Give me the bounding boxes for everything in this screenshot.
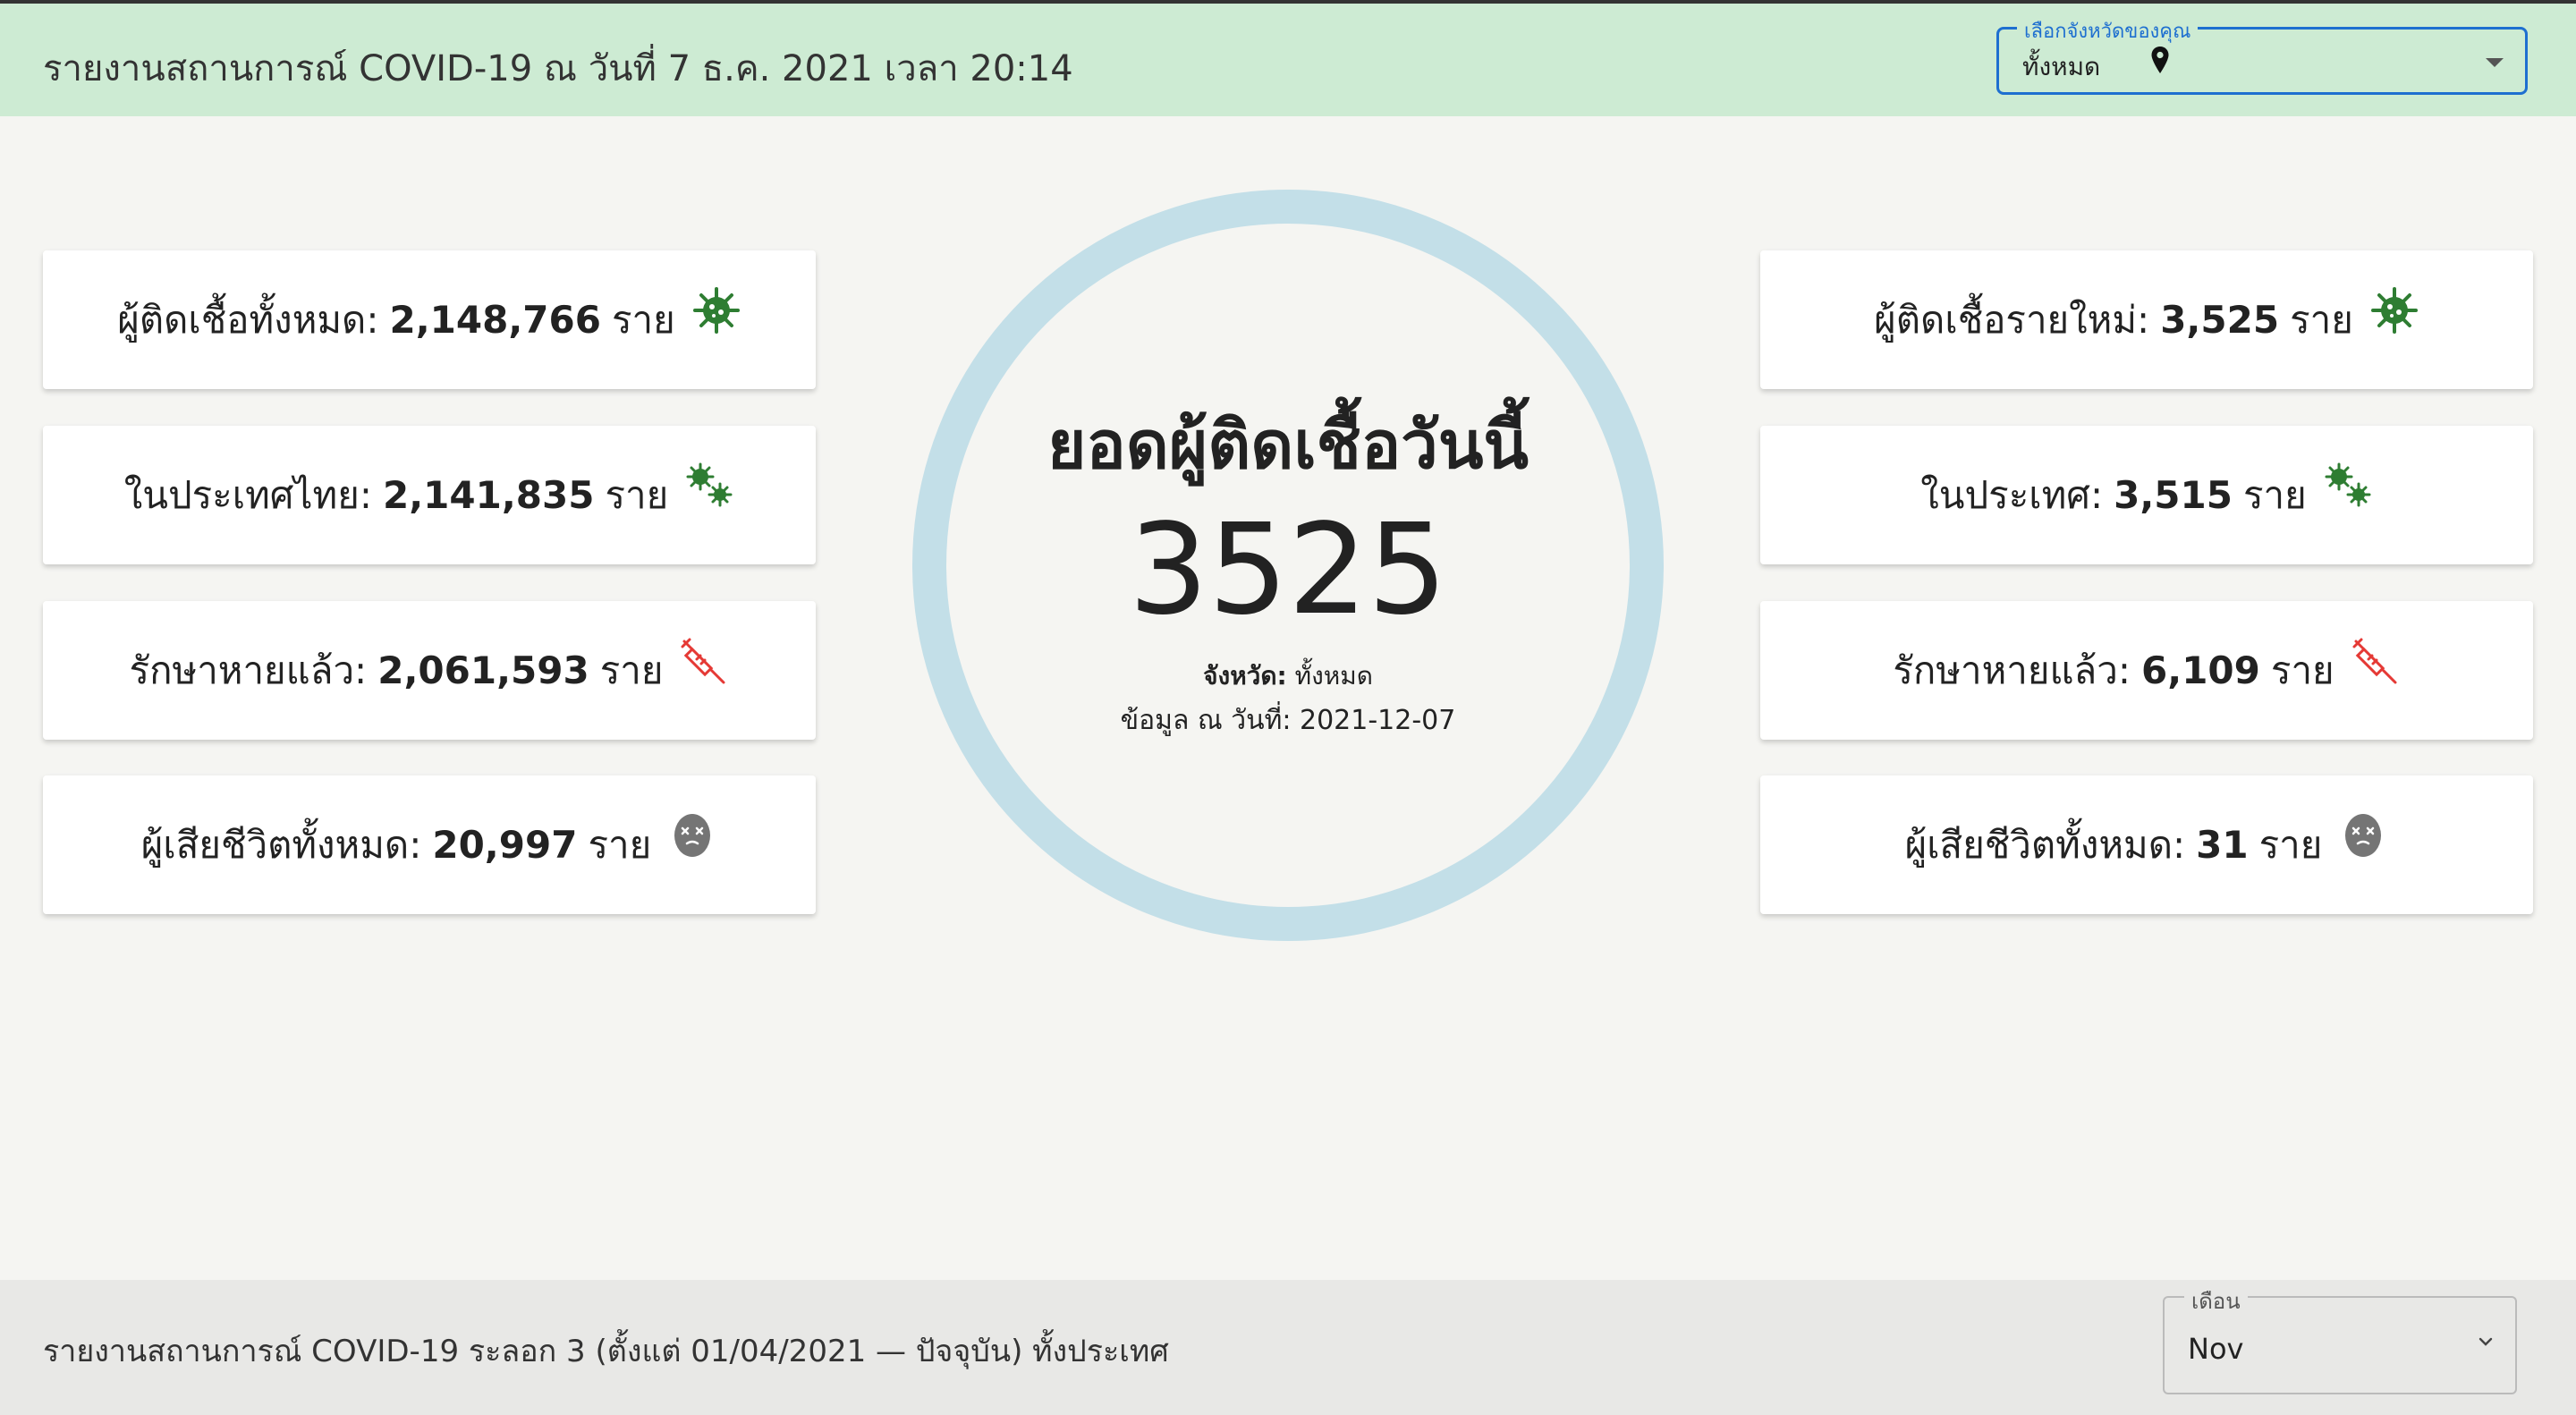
- card-unit: ราย: [588, 822, 652, 867]
- page-header: รายงานสถานการณ์ COVID-19 ณ วันที่ 7 ธ.ค.…: [0, 4, 2576, 116]
- month-select[interactable]: เดือน Nov: [2163, 1284, 2517, 1394]
- card-value: 2,141,835: [383, 473, 595, 517]
- card-unit: ราย: [605, 472, 669, 517]
- deaths-total-card: ผู้เสียชีวิตทั้งหมด: 20,997 ราย: [43, 775, 816, 914]
- card-label: รักษาหายแล้ว:: [129, 648, 368, 692]
- center-province-label: จังหวัด:: [1203, 661, 1287, 691]
- card-value: 2,148,766: [389, 298, 601, 342]
- province-select-label: เลือกจังหวัดของคุณ: [2017, 15, 2199, 47]
- syringe-icon: [681, 638, 725, 683]
- card-value: 3,525: [2160, 298, 2280, 342]
- viruses-icon: [2325, 462, 2371, 506]
- card-unit: ราย: [599, 648, 664, 692]
- card-unit: ราย: [2270, 648, 2334, 692]
- card-label: ในประเทศ:: [1920, 472, 2104, 517]
- virus-icon: [692, 286, 740, 334]
- card-label: ผู้เสียชีวิตทั้งหมด:: [1904, 822, 2186, 867]
- recovered-today-card: รักษาหายแล้ว: 6,109 ราย: [1760, 601, 2533, 740]
- deaths-today-card: ผู้เสียชีวิตทั้งหมด: 31 ราย: [1760, 775, 2533, 914]
- card-value: 20,997: [432, 823, 578, 867]
- dead-face-icon: [674, 813, 711, 857]
- card-label: ผู้ติดเชื้อรายใหม่:: [1874, 297, 2150, 342]
- card-label: รักษาหายแล้ว:: [1893, 648, 2131, 692]
- province-select[interactable]: เลือกจังหวัดของคุณ ทั้งหมด: [1996, 15, 2528, 95]
- card-value: 3,515: [2114, 473, 2233, 517]
- card-value: 6,109: [2141, 648, 2260, 692]
- viruses-icon: [686, 462, 733, 506]
- dropdown-caret-icon[interactable]: [2486, 58, 2504, 67]
- center-province: จังหวัด: ทั้งหมด: [912, 657, 1664, 696]
- location-pin-icon: [2151, 47, 2169, 73]
- province-select-value: ทั้งหมด: [2022, 52, 2101, 81]
- month-select-label: เดือน: [2184, 1284, 2248, 1318]
- dead-face-icon: [2345, 813, 2382, 857]
- virus-icon: [2370, 286, 2418, 334]
- chevron-down-icon[interactable]: [2476, 1332, 2496, 1351]
- recovered-total-card: รักษาหายแล้ว: 2,061,593 ราย: [43, 601, 816, 740]
- card-label: ในประเทศไทย:: [123, 472, 372, 517]
- today-cases-title: ยอดผู้ติดเชื้อวันนี้: [1046, 407, 1530, 484]
- syringe-icon: [2352, 638, 2397, 683]
- card-value: 31: [2196, 823, 2249, 867]
- card-unit: ราย: [611, 297, 675, 342]
- center-province-value: ทั้งหมด: [1294, 661, 1373, 691]
- month-select-value: Nov: [2188, 1332, 2244, 1366]
- wave3-title: รายงานสถานการณ์ COVID-19 ระลอก 3 (ตั้งแต…: [43, 1334, 1169, 1369]
- page-title: รายงานสถานการณ์ COVID-19 ณ วันที่ 7 ธ.ค.…: [43, 48, 1073, 89]
- card-value: 2,061,593: [377, 648, 589, 692]
- domestic-cases-card: ในประเทศไทย: 2,141,835 ราย: [43, 426, 816, 564]
- wave3-section-header: รายงานสถานการณ์ COVID-19 ระลอก 3 (ตั้งแต…: [0, 1280, 2576, 1415]
- new-domestic-cases-card: ในประเทศ: 3,515 ราย: [1760, 426, 2533, 564]
- card-label: ผู้ติดเชื้อทั้งหมด:: [117, 297, 379, 342]
- center-data-date: ข้อมูล ณ วันที่: 2021-12-07: [1120, 705, 1456, 736]
- new-cases-card: ผู้ติดเชื้อรายใหม่: 3,525 ราย: [1760, 250, 2533, 389]
- card-unit: ราย: [2258, 822, 2323, 867]
- total-cases-card: ผู้ติดเชื้อทั้งหมด: 2,148,766 ราย: [43, 250, 816, 389]
- card-unit: ราย: [2242, 472, 2307, 517]
- today-cases-number: 3525: [1128, 497, 1448, 643]
- card-label: ผู้เสียชีวิตทั้งหมด:: [140, 822, 422, 867]
- card-unit: ราย: [2290, 297, 2353, 342]
